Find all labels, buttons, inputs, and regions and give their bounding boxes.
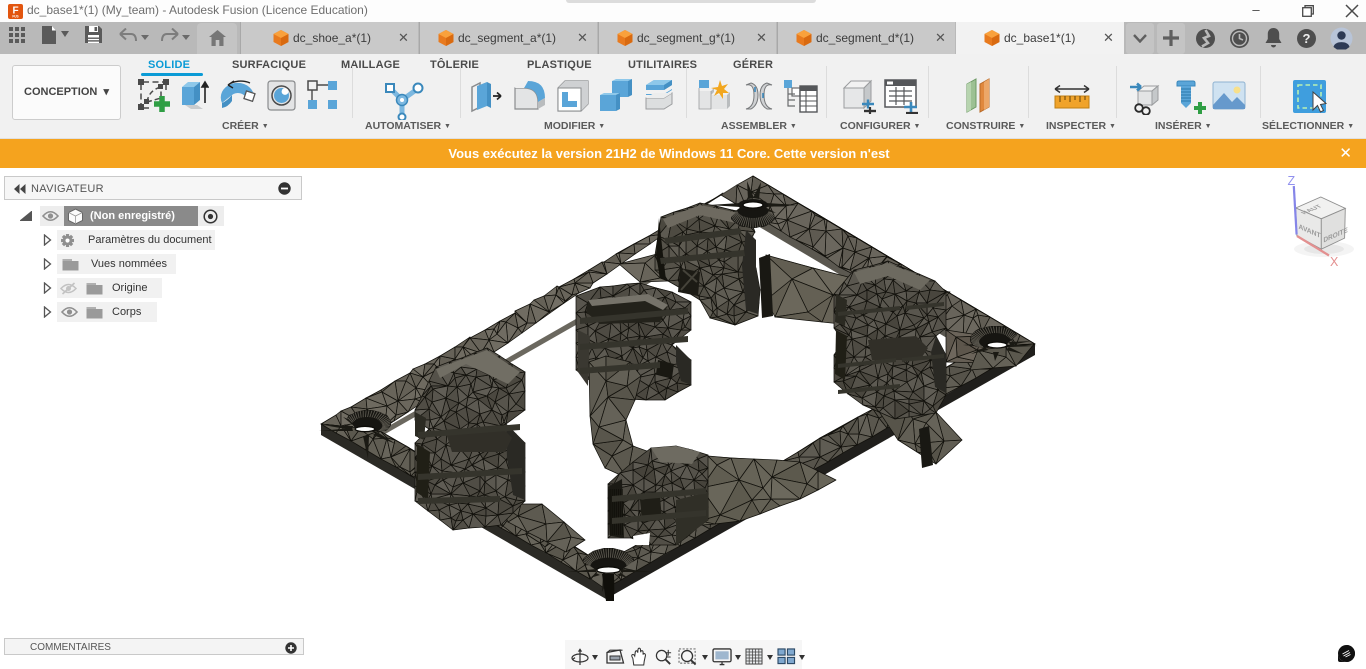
svg-text:X: X: [1330, 255, 1339, 269]
svg-text:Z: Z: [1288, 174, 1296, 188]
svg-text:FUS: FUS: [12, 15, 18, 19]
svg-text:?: ?: [1303, 31, 1311, 46]
